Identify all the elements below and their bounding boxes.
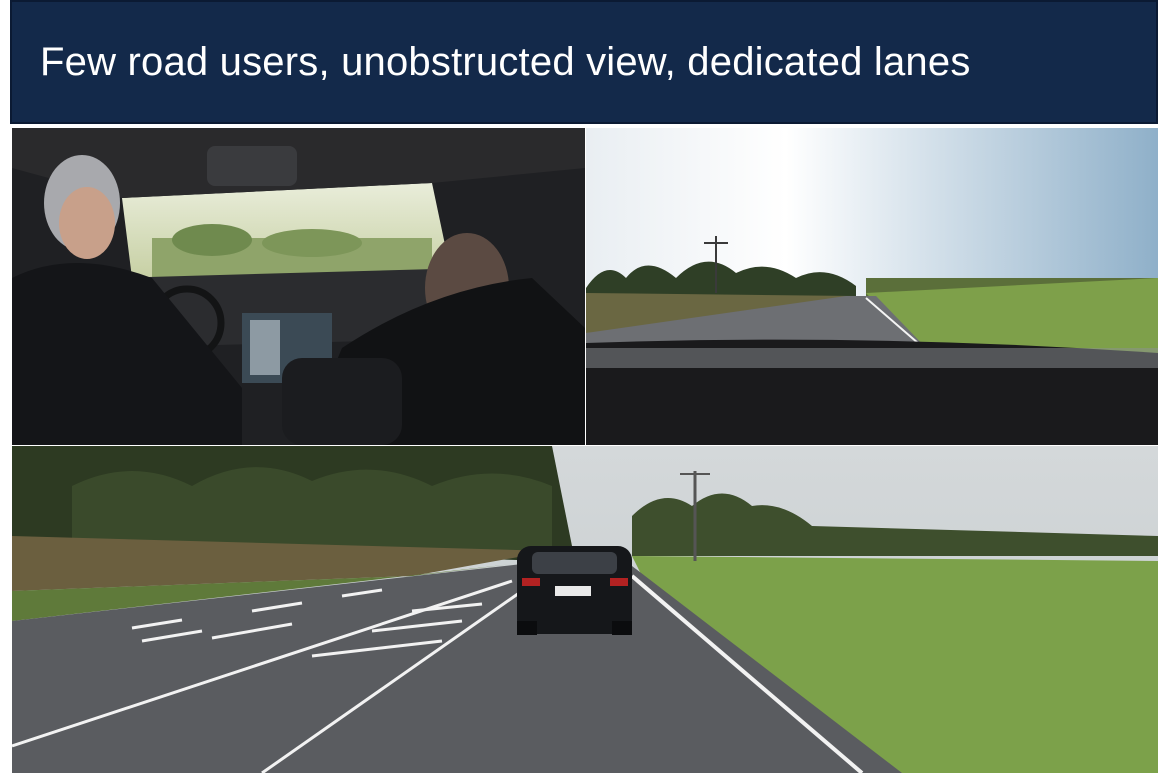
road-ahead-photo [586,128,1158,445]
slide-title: Few road users, unobstructed view, dedic… [40,39,971,84]
title-bar: Few road users, unobstructed view, dedic… [10,0,1158,124]
car-interior-photo [12,128,585,445]
following-car-photo [12,446,1158,773]
